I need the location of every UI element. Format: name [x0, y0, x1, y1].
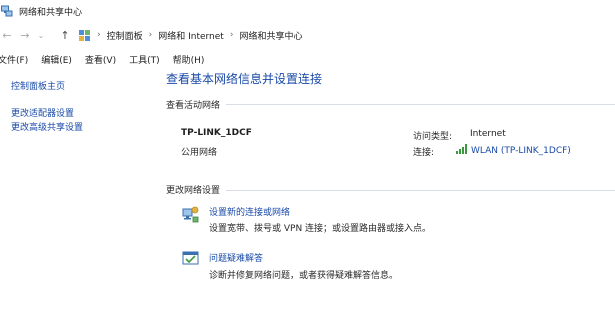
connection-link[interactable]: WLAN (TP-LINK_1DCF)	[456, 144, 571, 157]
breadcrumb-separator: ›	[148, 30, 153, 40]
breadcrumb-separator: ›	[229, 30, 234, 40]
menu-file[interactable]: 文件(F)	[0, 53, 28, 66]
divider	[226, 190, 615, 191]
up-arrow-icon[interactable]: ↑	[58, 29, 72, 42]
window-title: 网络和共享中心	[19, 7, 83, 18]
network-name: TP-LINK_1DCF	[181, 128, 252, 138]
setup-connection-desc: 设置宽带、拨号或 VPN 连接；或设置路由器或接入点。	[209, 224, 432, 234]
title-bar: 网络和共享中心	[0, 0, 615, 22]
sidebar-item-advanced-sharing[interactable]: 更改高级共享设置	[11, 121, 83, 135]
troubleshoot-desc: 诊断并修复网络问题，或者获得疑难解答信息。	[209, 271, 399, 281]
breadcrumb-network-internet[interactable]: 网络和 Internet	[158, 29, 224, 42]
connection-label: 连接:	[413, 148, 435, 158]
network-setup-icon	[182, 205, 200, 223]
breadcrumb-network-center[interactable]: 网络和共享中心	[239, 29, 302, 42]
active-networks-heading: 查看活动网络	[166, 101, 221, 111]
breadcrumb-separator: ›	[97, 30, 101, 40]
menu-tools[interactable]: 工具(T)	[129, 53, 160, 66]
recent-locations-chevron-icon[interactable]: ⌄	[34, 31, 48, 40]
access-type-label: 访问类型:	[413, 132, 453, 142]
network-type: 公用网络	[181, 148, 218, 158]
menu-bar: 文件(F) 编辑(E) 查看(V) 工具(T) 帮助(H)	[0, 50, 615, 68]
wifi-signal-icon	[456, 144, 468, 157]
troubleshoot-link[interactable]: 问题疑难解答	[209, 251, 263, 264]
troubleshoot-icon	[182, 250, 200, 268]
access-type-value: Internet	[470, 129, 506, 139]
sidebar-item-adapter-settings[interactable]: 更改适配器设置	[11, 107, 83, 121]
divider	[226, 104, 615, 105]
control-panel-icon	[78, 29, 91, 42]
back-arrow-icon[interactable]: ←	[0, 29, 14, 42]
setup-connection-link[interactable]: 设置新的连接或网络	[209, 205, 290, 218]
sidebar-item-control-panel-home[interactable]: 控制面板主页	[11, 80, 83, 94]
network-center-icon	[1, 5, 13, 17]
page-title: 查看基本网络信息并设置连接	[166, 72, 323, 86]
menu-edit[interactable]: 编辑(E)	[41, 53, 72, 66]
change-settings-heading: 更改网络设置	[166, 186, 221, 196]
sidebar: 控制面板主页 更改适配器设置 更改高级共享设置	[11, 80, 83, 135]
address-bar: ← → ⌄ ↑ › 控制面板 › 网络和 Internet › 网络和共享中心	[0, 24, 615, 46]
connection-value[interactable]: WLAN (TP-LINK_1DCF)	[471, 146, 571, 156]
forward-arrow-icon[interactable]: →	[18, 29, 32, 42]
menu-view[interactable]: 查看(V)	[85, 53, 116, 66]
menu-help[interactable]: 帮助(H)	[173, 53, 205, 66]
breadcrumb-control-panel[interactable]: 控制面板	[107, 29, 143, 42]
